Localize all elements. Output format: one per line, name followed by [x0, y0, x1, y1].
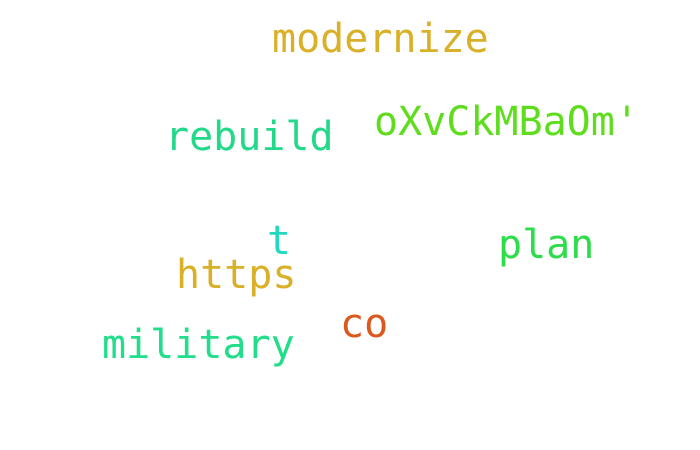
word-co: co	[340, 301, 389, 347]
word-https: https	[176, 252, 297, 298]
word-rebuild: rebuild	[165, 114, 334, 160]
word-military: military	[102, 322, 295, 368]
word-cloud: modernize oXvCkMBaOm' rebuild t plan htt…	[0, 0, 700, 450]
word-modernize: modernize	[272, 16, 489, 62]
word-oxvckmbaom: oXvCkMBaOm'	[374, 99, 639, 145]
word-plan: plan	[498, 222, 595, 268]
